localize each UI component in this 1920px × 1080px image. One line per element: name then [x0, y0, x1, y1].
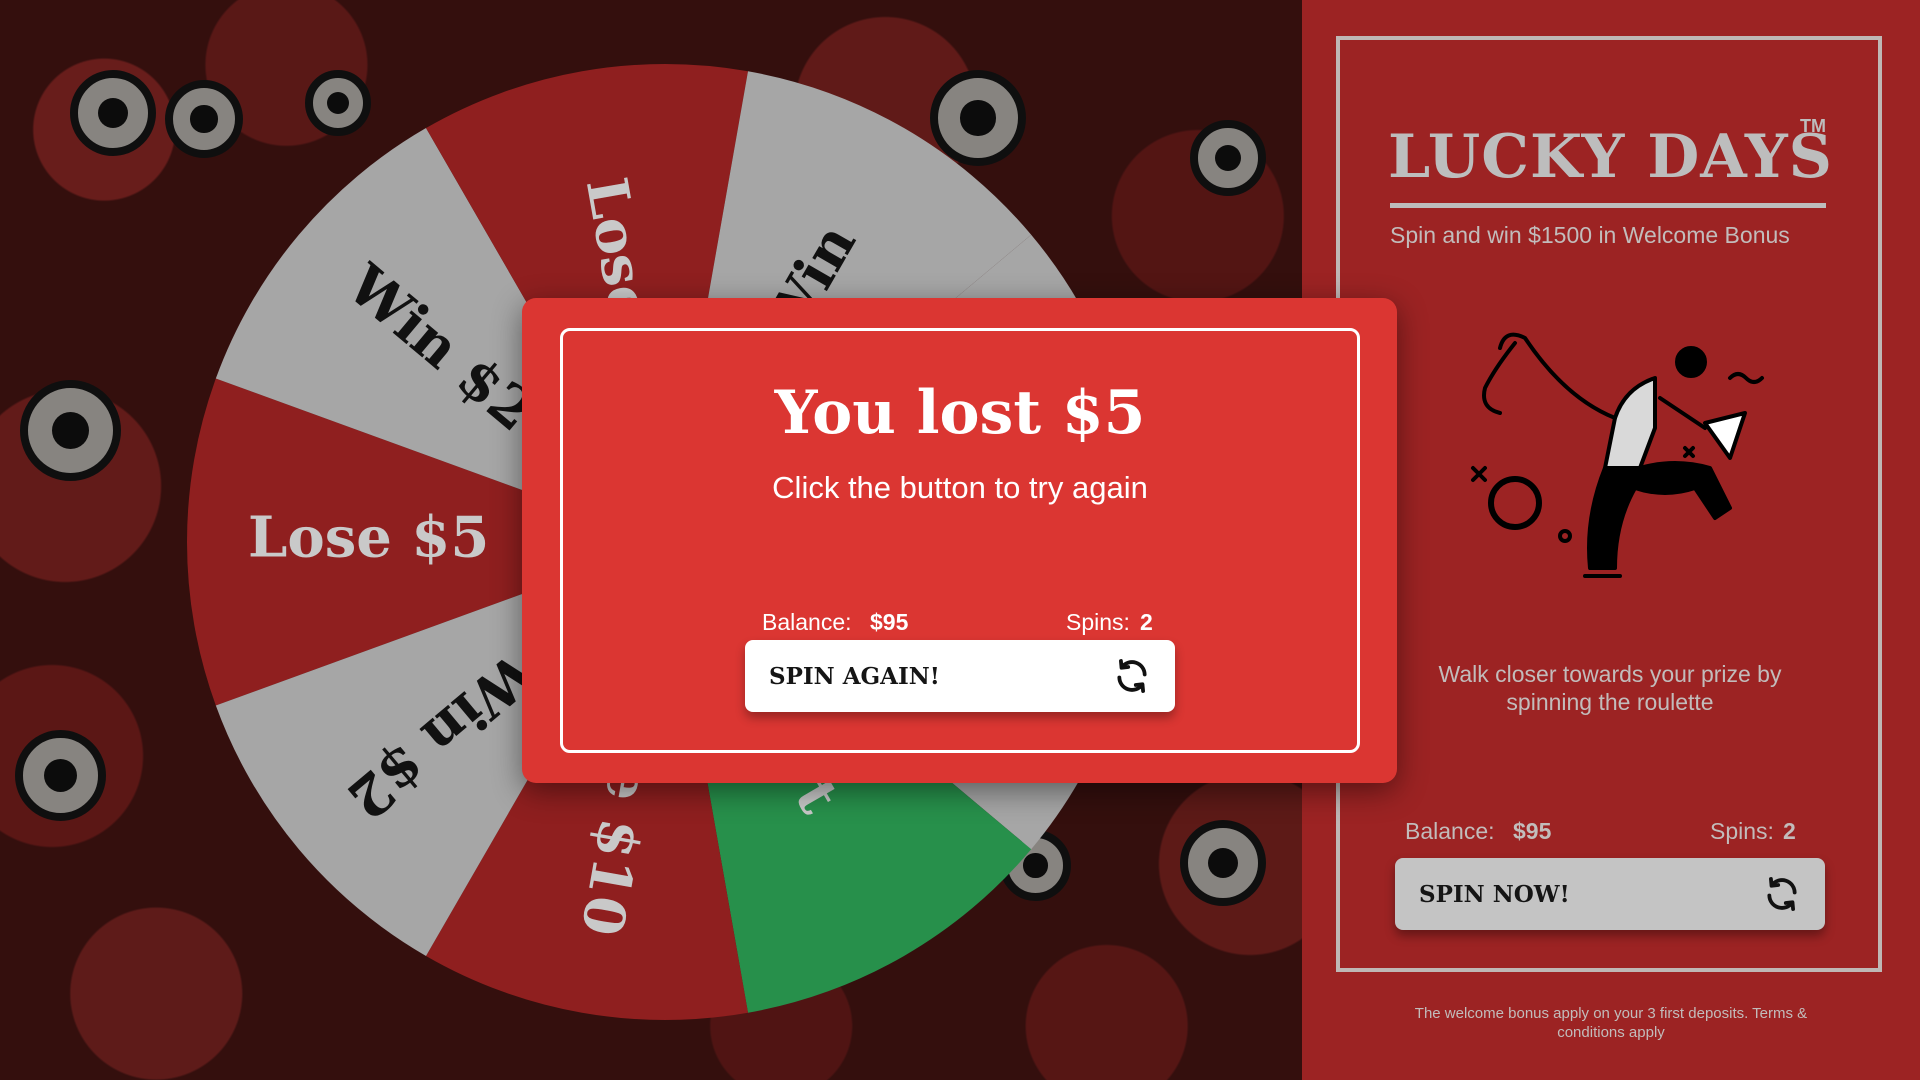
- trademark-mark: TM: [1800, 116, 1826, 136]
- panel-balance-value: $95: [1513, 818, 1552, 844]
- brand-underline: [1390, 203, 1826, 208]
- spin-again-button[interactable]: SPIN AGAIN!: [745, 640, 1175, 712]
- panel-balance-label: Balance:: [1405, 818, 1495, 844]
- spin-now-button[interactable]: SPIN NOW!: [1395, 858, 1825, 930]
- panel-spins-label: Spins:: [1710, 818, 1774, 844]
- result-title: You lost $5: [774, 378, 1146, 448]
- modal-spins-label: Spins:: [1066, 609, 1130, 635]
- refresh-icon: [1117, 659, 1147, 693]
- modal-balance-value: $95: [870, 609, 909, 635]
- refresh-icon: [1767, 877, 1797, 911]
- brand-logo-text: LUCKY DAYS: [1388, 122, 1833, 192]
- panel-spins-value: 2: [1783, 818, 1796, 844]
- result-subtitle: Click the button to try again: [772, 470, 1148, 505]
- dancing-person-illustration: [1465, 318, 1765, 598]
- wheel-segment-label: Lose $5: [248, 505, 489, 571]
- walk-closer-text: Walk closer towards your prize by spinni…: [1438, 661, 1782, 715]
- modal-balance-label: Balance:: [762, 609, 852, 635]
- terms-footnote: The welcome bonus apply on your 3 first …: [1414, 1005, 1808, 1041]
- modal-spins-value: 2: [1140, 609, 1153, 635]
- brand-tagline: Spin and win $1500 in Welcome Bonus: [1390, 222, 1790, 248]
- spin-again-label: SPIN AGAIN!: [769, 662, 940, 690]
- spin-now-label: SPIN NOW!: [1419, 880, 1570, 908]
